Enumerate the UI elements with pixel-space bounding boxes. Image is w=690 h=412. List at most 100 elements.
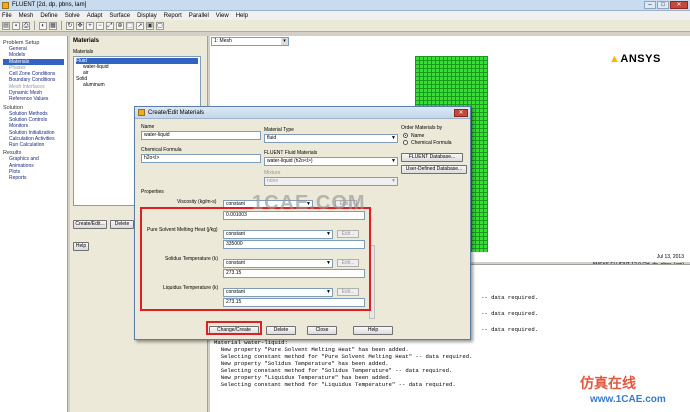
mixture-select[interactable]: none ▼ <box>264 177 398 186</box>
order-by-formula-label: Chemical Formula <box>411 140 452 146</box>
order-by-formula-radio[interactable] <box>403 140 408 145</box>
tree-item-reference-values[interactable]: Reference Values <box>3 96 64 102</box>
graphics-view-select[interactable]: 1: Mesh ▾ <box>211 37 289 46</box>
list-item-aluminum[interactable]: aluminum <box>76 82 198 88</box>
zoom-out-icon[interactable]: − <box>96 21 104 30</box>
console-line: New property "Pure Solvent Melting Heat"… <box>214 346 409 353</box>
menu-mesh[interactable]: Mesh <box>19 13 34 19</box>
menu-bar: File Mesh Define Solve Adapt Surface Dis… <box>0 11 690 20</box>
ansys-logo-text: ANSYS <box>620 53 661 65</box>
name-label: Name <box>141 124 155 130</box>
app-icon <box>2 1 9 9</box>
console-partial-line: -- data required. <box>481 326 539 333</box>
print-icon[interactable]: ⎙ <box>22 21 30 30</box>
help-button[interactable]: Help <box>73 242 89 251</box>
probe-icon[interactable]: ⊕ <box>116 21 124 30</box>
ansys-logo: ▲ANSYS <box>609 53 687 67</box>
console-line: New property "Liquidus Temperature" has … <box>214 374 392 381</box>
tree-item-reports[interactable]: Reports <box>3 175 64 181</box>
layout-icon[interactable]: ▣ <box>146 21 154 30</box>
dialog-icon <box>138 109 145 116</box>
dialog-titlebar[interactable]: Create/Edit Materials <box>135 107 470 119</box>
dialog-close-button[interactable]: ✕ <box>454 109 468 117</box>
console-line: Selecting constant method for "Solidus T… <box>214 367 453 374</box>
menu-report[interactable]: Report <box>164 13 182 19</box>
chemical-formula-field[interactable]: h2o<l> <box>141 154 261 163</box>
open-icon[interactable]: ▤ <box>2 21 10 30</box>
create-edit-button[interactable]: Create/Edit... <box>73 220 107 229</box>
console-partial-line: -- data required. <box>481 294 539 301</box>
toolbar-divider <box>61 21 62 30</box>
menu-parallel[interactable]: Parallel <box>189 13 209 19</box>
menu-help[interactable]: Help <box>236 13 248 19</box>
change-create-highlight-box <box>206 321 262 335</box>
tree-item-run-calculation[interactable]: Run Calculation <box>3 142 64 148</box>
toolbar: ▤ ▪ ⎙ ◐ ▦ ↻ ✥ + − ⤢ ⊕ ⬚ ➚ ▣ ▢ <box>0 20 690 32</box>
tree-item-solution-initialization[interactable]: Solution Initialization <box>3 130 64 136</box>
console-line: New property "Solidus Temperature" has b… <box>214 360 389 367</box>
fluent-fluid-materials-select[interactable]: water-liquid (h2o<l>) ▼ <box>264 157 398 166</box>
menu-display[interactable]: Display <box>137 13 157 19</box>
order-materials-label: Order Materials by <box>401 125 443 131</box>
menu-surface[interactable]: Surface <box>109 13 130 19</box>
fit-to-window-icon[interactable]: ⤢ <box>106 21 114 30</box>
delete-material-button[interactable]: Delete <box>110 220 134 229</box>
order-by-name-label: Name <box>411 133 425 139</box>
graphics-date: Jul 13, 2013 <box>656 254 684 260</box>
zoom-in-icon[interactable]: + <box>86 21 94 30</box>
mixture-label: Mixture <box>264 170 281 176</box>
window-title: FLUENT [2d, dp, pbns, lam] <box>12 2 87 8</box>
fluent-fluid-materials-value: water-liquid (h2o<l>) <box>267 158 313 164</box>
arrow-icon[interactable]: ➚ <box>136 21 144 30</box>
navigation-tree: Problem Setup General Models Materials P… <box>0 36 68 412</box>
zoom-box-icon[interactable]: ⬚ <box>126 21 134 30</box>
maximize-button[interactable]: □ <box>657 1 669 9</box>
pan-icon[interactable]: ✥ <box>76 21 84 30</box>
window-icon[interactable]: ▢ <box>156 21 164 30</box>
properties-label: Properties <box>141 189 164 195</box>
material-type-label: Material Type <box>264 127 294 133</box>
tree-item-boundary-conditions[interactable]: Boundary Conditions <box>3 77 64 83</box>
toolbar-divider <box>34 21 35 30</box>
chevron-down-icon: ▼ <box>391 178 396 184</box>
properties-highlight-box <box>140 207 371 311</box>
material-type-select[interactable]: fluid ▼ <box>264 134 398 143</box>
menu-file[interactable]: File <box>2 13 12 19</box>
mixture-value: none <box>267 178 279 184</box>
delete-button[interactable]: Delete <box>266 326 296 335</box>
menu-define[interactable]: Define <box>40 13 57 19</box>
window-titlebar: FLUENT [2d, dp, pbns, lam] – □ ✕ <box>0 0 690 11</box>
menu-view[interactable]: View <box>216 13 229 19</box>
console-partial-line: -- data required. <box>481 310 539 317</box>
watermark-brand-url: www.1CAE.com <box>590 394 666 405</box>
minimize-button[interactable]: – <box>644 1 656 9</box>
tree-item-graphics-and-animations[interactable]: Graphics and Animations <box>3 156 64 169</box>
console-line: Selecting constant method for "Liquidus … <box>214 381 456 388</box>
watermark-center: 1CAE.COM <box>252 192 366 214</box>
dialog-close-text-button[interactable]: Close <box>307 326 337 335</box>
viscosity-label: Viscosity (kg/m-s) <box>177 199 217 205</box>
name-field[interactable]: water-liquid <box>141 131 261 140</box>
fluent-fluid-materials-label: FLUENT Fluid Materials <box>264 150 318 156</box>
dialog-title: Create/Edit Materials <box>148 109 205 116</box>
color-palette-icon[interactable]: ◐ <box>39 21 47 30</box>
display-options-icon[interactable]: ▦ <box>49 21 57 30</box>
chevron-down-icon: ▼ <box>391 135 396 141</box>
order-by-name-radio[interactable] <box>403 133 408 138</box>
user-defined-database-button[interactable]: User-Defined Database... <box>401 165 467 174</box>
fluent-database-button[interactable]: FLUENT Database... <box>401 153 463 162</box>
chevron-down-icon: ▼ <box>391 158 396 164</box>
chevron-down-icon: ▾ <box>281 38 288 45</box>
dialog-help-button[interactable]: Help <box>353 326 393 335</box>
rotate-icon[interactable]: ↻ <box>66 21 74 30</box>
console-line: Material water-liquid: <box>214 339 288 346</box>
watermark-brand-cn: 仿真在线 <box>580 375 636 391</box>
menu-adapt[interactable]: Adapt <box>87 13 103 19</box>
menu-solve[interactable]: Solve <box>65 13 80 19</box>
console-line: Selecting constant method for "Pure Solv… <box>214 353 473 360</box>
ansys-logo-mark: ▲ <box>609 53 621 65</box>
page-title: Materials <box>73 38 100 44</box>
chemical-formula-label: Chemical Formula <box>141 147 182 153</box>
close-button[interactable]: ✕ <box>670 1 688 9</box>
save-icon[interactable]: ▪ <box>12 21 20 30</box>
